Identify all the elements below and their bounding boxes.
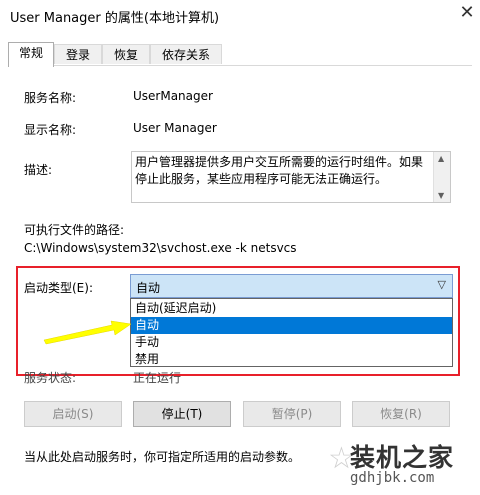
- path-value: C:\Windows\system32\svchost.exe -k netsv…: [24, 241, 297, 255]
- startup-type-select[interactable]: 自动 ▽: [130, 274, 453, 298]
- tab-panel-divider: [8, 65, 472, 66]
- service-status-value: 正在运行: [133, 371, 182, 385]
- start-button[interactable]: 启动(S): [24, 401, 122, 427]
- option-disabled[interactable]: 禁用: [131, 351, 452, 368]
- tab-recovery[interactable]: 恢复: [102, 44, 150, 64]
- description-label: 描述:: [24, 163, 53, 177]
- stop-button[interactable]: 停止(T): [133, 401, 231, 427]
- path-label: 可执行文件的路径:: [24, 223, 125, 237]
- option-auto[interactable]: 自动: [131, 317, 452, 334]
- resume-button[interactable]: 恢复(R): [352, 401, 450, 427]
- option-auto-delayed[interactable]: 自动(延迟启动): [131, 300, 452, 317]
- service-name-label: 服务名称:: [24, 91, 77, 105]
- tab-logon[interactable]: 登录: [54, 44, 102, 64]
- description-scrollbar[interactable]: ▲ ▼: [433, 152, 450, 202]
- pause-button[interactable]: 暂停(P): [243, 401, 341, 427]
- startup-type-selected: 自动: [136, 281, 161, 295]
- option-manual[interactable]: 手动: [131, 334, 452, 351]
- watermark-url: gdhjbk.com: [350, 470, 435, 486]
- service-status-label: 服务状态:: [24, 371, 77, 385]
- title-bar: User Manager 的属性(本地计算机) ✕: [0, 0, 480, 32]
- display-name-value: User Manager: [133, 121, 217, 135]
- window-title: User Manager 的属性(本地计算机): [10, 11, 220, 26]
- start-params-hint: 当从此处启动服务时，你可指定所适用的启动参数。: [24, 450, 301, 464]
- scroll-down-icon[interactable]: ▼: [438, 191, 444, 200]
- chevron-down-icon: ▽: [437, 278, 446, 291]
- description-box[interactable]: 用户管理器提供多用户交互所需要的运行时组件。如果停止此服务，某些应用程序可能无法…: [131, 151, 451, 203]
- watermark-text: 装机之家: [350, 443, 455, 472]
- close-icon[interactable]: ✕: [455, 2, 479, 23]
- display-name-label: 显示名称:: [24, 123, 77, 137]
- watermark-logo: ☆ 装机之家 gdhjbk.com: [328, 437, 478, 493]
- description-text: 用户管理器提供多用户交互所需要的运行时组件。如果停止此服务，某些应用程序可能无法…: [135, 155, 424, 186]
- scroll-up-icon[interactable]: ▲: [438, 154, 444, 163]
- service-name-value: UserManager: [133, 89, 213, 103]
- tab-dependencies[interactable]: 依存关系: [150, 44, 222, 64]
- startup-type-options: 自动(延迟启动) 自动 手动 禁用: [130, 298, 453, 367]
- tab-general[interactable]: 常规: [8, 42, 54, 67]
- startup-type-label: 启动类型(E):: [24, 281, 93, 295]
